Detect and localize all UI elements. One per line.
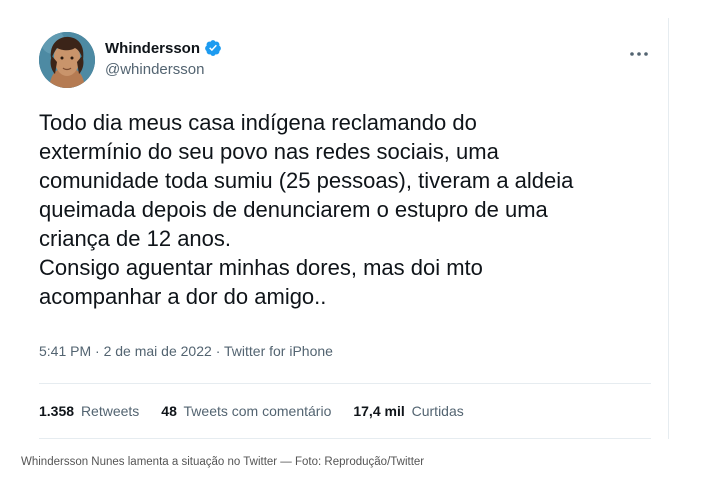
quote-tweets-stat[interactable]: 48 Tweets com comentário bbox=[161, 403, 331, 419]
retweets-label: Retweets bbox=[80, 403, 140, 419]
retweets-count: 1.358 bbox=[39, 403, 75, 419]
divider bbox=[39, 438, 651, 439]
likes-label: Curtidas bbox=[411, 403, 464, 419]
meta-separator: · bbox=[215, 343, 221, 359]
tweet-time[interactable]: 5:41 PM bbox=[39, 343, 91, 359]
meta-separator: · bbox=[95, 343, 100, 359]
likes-stat[interactable]: 17,4 mil Curtidas bbox=[353, 403, 463, 419]
tweet-date[interactable]: 2 de mai de 2022 bbox=[104, 343, 212, 359]
photo-caption: Whindersson Nunes lamenta a situação no … bbox=[21, 456, 425, 468]
tweet-card: Whindersson @whindersson Todo dia meus c… bbox=[21, 18, 669, 439]
quotes-count: 48 bbox=[161, 403, 177, 419]
retweets-stat[interactable]: 1.358 Retweets bbox=[39, 403, 139, 419]
more-options-icon[interactable] bbox=[627, 46, 651, 62]
display-name-row: Whindersson bbox=[105, 38, 222, 58]
tweet-header: Whindersson @whindersson bbox=[39, 32, 651, 92]
author-names: Whindersson @whindersson bbox=[105, 38, 222, 78]
divider bbox=[39, 383, 651, 384]
tweet-meta: 5:41 PM · 2 de mai de 2022 · Twitter for… bbox=[39, 343, 333, 359]
tweet-stats: 1.358 Retweets 48 Tweets com comentário … bbox=[39, 403, 486, 419]
likes-count: 17,4 mil bbox=[353, 403, 405, 419]
handle[interactable]: @whindersson bbox=[105, 61, 222, 78]
display-name[interactable]: Whindersson bbox=[105, 40, 200, 57]
tweet-text: Todo dia meus casa indígena reclamando d… bbox=[39, 110, 574, 309]
tweet-source[interactable]: Twitter for iPhone bbox=[224, 343, 333, 359]
quotes-label: Tweets com comentário bbox=[183, 403, 332, 419]
avatar[interactable] bbox=[39, 32, 95, 88]
verified-badge-icon bbox=[205, 40, 221, 56]
